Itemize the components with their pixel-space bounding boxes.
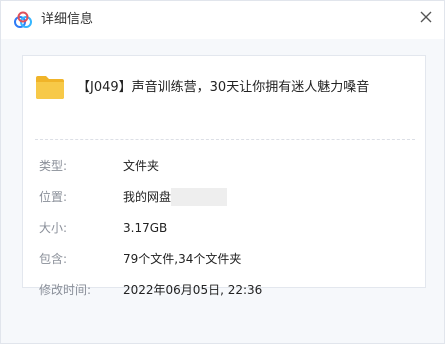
detail-row-type: 类型: 文件夹: [23, 156, 425, 176]
folder-icon: [35, 74, 65, 100]
detail-value: 2022年06月05日, 22:36: [123, 283, 263, 297]
details-panel: 【J049】声音训练营，30天让你拥有迷人魅力嗓音 类型: 文件夹 位置: 我的…: [22, 55, 426, 297]
file-name: 【J049】声音训练营，30天让你拥有迷人魅力嗓音: [77, 80, 370, 95]
redacted-block: [171, 187, 228, 206]
title-bar[interactable]: 详细信息: [1, 1, 444, 39]
detail-row-modified: 修改时间: 2022年06月05日, 22:36: [23, 280, 425, 300]
detail-label: 位置:: [39, 190, 68, 204]
close-icon: [420, 11, 432, 23]
detail-row-contains: 包含: 79个文件,34个文件夹: [23, 249, 425, 269]
divider: [35, 139, 415, 140]
detail-value-location[interactable]: 我的网盘: [123, 187, 228, 207]
close-button[interactable]: [416, 7, 436, 27]
detail-label: 包含:: [39, 252, 68, 266]
location-text[interactable]: 我的网盘: [123, 190, 171, 204]
detail-label: 大小:: [39, 221, 68, 235]
detail-row-size: 大小: 3.17GB: [23, 218, 425, 238]
baidu-netdisk-cloud-icon: [13, 11, 33, 29]
detail-label: 修改时间:: [39, 283, 92, 297]
detail-value: 79个文件,34个文件夹: [123, 252, 242, 266]
dialog-title: 详细信息: [41, 12, 94, 27]
detail-value: 3.17GB: [123, 221, 168, 235]
detail-row-location: 位置: 我的网盘: [23, 187, 425, 207]
details-dialog: 详细信息 【J049】声音训练营，30天让你拥有迷人魅力嗓音 类型: 文件夹 位…: [0, 0, 445, 344]
detail-value: 文件夹: [123, 159, 160, 173]
detail-label: 类型:: [39, 159, 68, 173]
dialog-content: 【J049】声音训练营，30天让你拥有迷人魅力嗓音 类型: 文件夹 位置: 我的…: [1, 39, 444, 343]
file-header: 【J049】声音训练营，30天让你拥有迷人魅力嗓音: [23, 56, 425, 124]
